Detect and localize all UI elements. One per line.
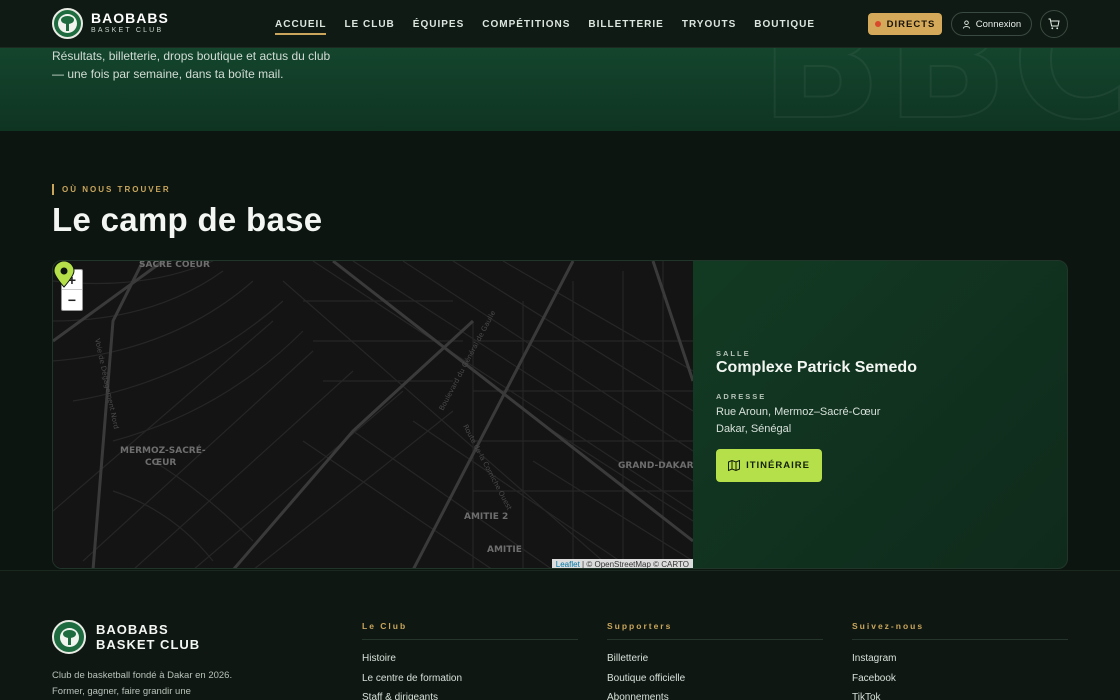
nav-item-boutique[interactable]: BOUTIQUE: [754, 0, 815, 48]
address-line-2: Dakar, Sénégal: [716, 422, 792, 435]
directs-button[interactable]: DIRECTS: [868, 13, 942, 35]
footer-column-club: Le Club Histoire Le centre de formation …: [362, 621, 578, 700]
venue-label: SALLE: [716, 349, 751, 358]
site-footer: BAOBABS BASKET CLUB Club de basketball f…: [0, 570, 1120, 700]
footer-link-boutique[interactable]: Boutique officielle: [607, 673, 823, 686]
footer-brand-line-1: BAOBABS: [96, 622, 169, 637]
map-pin-icon[interactable]: [53, 261, 75, 288]
nav-item-le-club[interactable]: LE CLUB: [344, 0, 394, 48]
footer-link-staff[interactable]: Staff & dirigeants: [362, 692, 578, 700]
section-title: Le camp de base: [52, 201, 323, 238]
venue-info: SALLE Complexe Patrick Semedo ADRESSE Ru…: [693, 261, 1067, 568]
nav-item-tryouts[interactable]: TRYOUTS: [682, 0, 736, 48]
zoom-out-button[interactable]: −: [62, 290, 82, 310]
newsletter-text: Résultats, billetterie, drops boutique e…: [52, 49, 331, 81]
nav-item-competitions[interactable]: COMPÉTITIONS: [482, 0, 570, 48]
brand-name: BAOBABS: [91, 10, 169, 26]
decorative-watermark: BBC: [759, 48, 1120, 131]
footer-column-social: Suivez-nous Instagram Facebook TikTok: [852, 621, 1068, 700]
leaflet-link[interactable]: Leaflet: [556, 560, 580, 568]
login-label: Connexion: [975, 18, 1022, 30]
venue-address: Rue Aroun, Mermoz–Sacré-Cœur Dakar, Séné…: [716, 404, 880, 437]
section-eyebrow: OÙ NOUS TROUVER: [52, 184, 171, 195]
footer-link-instagram[interactable]: Instagram: [852, 653, 1068, 666]
map-label-coeur: CŒUR: [145, 458, 176, 468]
main-nav: ACCUEIL LE CLUB ÉQUIPES COMPÉTITIONS BIL…: [275, 0, 833, 48]
footer-link-facebook[interactable]: Facebook: [852, 673, 1068, 686]
itinerary-button[interactable]: ITINÉRAIRE: [716, 449, 822, 482]
nav-item-equipes[interactable]: ÉQUIPES: [413, 0, 464, 48]
footer-link-tiktok[interactable]: TikTok: [852, 692, 1068, 700]
directs-label: DIRECTS: [886, 18, 936, 30]
attribution-text: | © OpenStreetMap © CARTO: [582, 560, 689, 569]
footer-link-centre-formation[interactable]: Le centre de formation: [362, 673, 578, 686]
baobab-logo-icon: [52, 8, 83, 39]
map-label-sacre-coeur: SACRE COEUR: [139, 261, 210, 270]
live-dot-icon: [874, 21, 881, 27]
location-card: SACRE COEUR MERMOZ-SACRÉ- CŒUR GRAND-DAK…: [52, 260, 1068, 569]
footer-column-title: Suivez-nous: [852, 621, 1068, 640]
map-tiles: SACRE COEUR MERMOZ-SACRÉ- CŒUR GRAND-DAK…: [53, 261, 693, 568]
map-icon: [728, 460, 741, 471]
map-label-amitie-2: AMITIE 2: [464, 512, 508, 522]
brand-logo[interactable]: BAOBABS BASKET CLUB: [52, 8, 169, 39]
map-attribution: Leaflet | © OpenStreetMap © CARTO: [551, 559, 693, 569]
nav-item-accueil[interactable]: ACCUEIL: [275, 0, 327, 48]
address-line-1: Rue Aroun, Mermoz–Sacré-Cœur: [716, 406, 881, 418]
map-label-amitie: AMITIE: [487, 545, 522, 555]
footer-link-billetterie[interactable]: Billetterie: [607, 653, 823, 666]
nav-item-billetterie[interactable]: BILLETTERIE: [588, 0, 663, 48]
brand-subtitle: BASKET CLUB: [91, 27, 164, 34]
site-header: BAOBABS BASKET CLUB ACCUEIL LE CLUB ÉQUI…: [0, 0, 1120, 48]
footer-link-histoire[interactable]: Histoire: [362, 653, 578, 666]
map-view[interactable]: SACRE COEUR MERMOZ-SACRÉ- CŒUR GRAND-DAK…: [53, 261, 693, 569]
cart-button[interactable]: [1040, 10, 1068, 38]
cart-icon: [1048, 18, 1060, 30]
map-label-grand-dakar: GRAND-DAKAR: [618, 461, 693, 471]
footer-column-title: Le Club: [362, 621, 578, 640]
baobab-logo-icon: [52, 620, 86, 654]
footer-logo[interactable]: BAOBABS BASKET CLUB: [52, 620, 200, 654]
newsletter-band: BBC Résultats, billetterie, drops boutiq…: [0, 48, 1120, 131]
location-section: OÙ NOUS TROUVER Le camp de base SACRE CO…: [0, 131, 1120, 570]
map-label-mermoz: MERMOZ-SACRÉ-: [120, 444, 206, 456]
venue-name: Complexe Patrick Semedo: [716, 359, 917, 376]
footer-link-abonnements[interactable]: Abonnements: [607, 692, 823, 700]
address-label: ADRESSE: [716, 392, 767, 401]
footer-column-supporters: Supporters Billetterie Boutique officiel…: [607, 621, 823, 700]
itinerary-label: ITINÉRAIRE: [746, 460, 810, 471]
user-icon: [962, 19, 970, 29]
footer-description: Club de basketball fondé à Dakar en 2026…: [52, 670, 233, 697]
footer-column-title: Supporters: [607, 621, 823, 640]
footer-brand-line-2: BASKET CLUB: [96, 637, 201, 652]
login-button[interactable]: Connexion: [951, 12, 1032, 36]
